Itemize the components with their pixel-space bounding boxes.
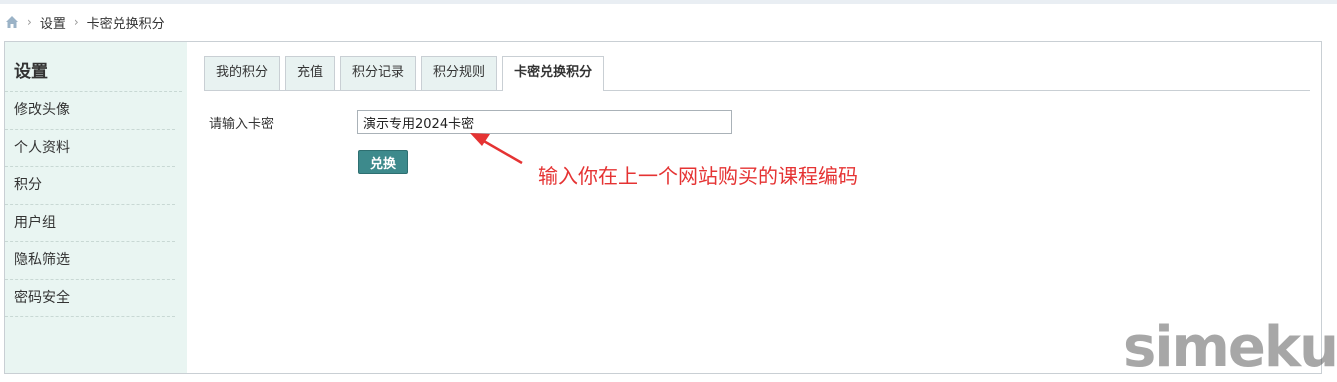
- card-code-input[interactable]: [357, 110, 732, 134]
- annotation-text: 输入你在上一个网站购买的课程编码: [538, 164, 858, 188]
- chevron-right-icon: ›: [73, 15, 79, 29]
- sidebar-item-profile[interactable]: 个人资料: [5, 130, 175, 167]
- tab-my-credits[interactable]: 我的积分: [204, 56, 281, 90]
- sidebar: 设置 修改头像 个人资料 积分 用户组 隐私筛选 密码安全: [5, 42, 187, 373]
- breadcrumb-item-current: 卡密兑换积分: [86, 16, 165, 32]
- watermark: simeku.cn: [1123, 315, 1337, 380]
- top-border: [0, 0, 1337, 4]
- main-content: 我的积分 充值 积分记录 积分规则 卡密兑换积分: [204, 56, 1310, 91]
- tab-credit-log[interactable]: 积分记录: [340, 56, 417, 90]
- sidebar-item-avatar[interactable]: 修改头像: [5, 92, 175, 130]
- breadcrumb: › 设置 › 卡密兑换积分: [5, 13, 165, 32]
- sidebar-item-password[interactable]: 密码安全: [5, 280, 175, 317]
- redeem-button[interactable]: 兑换: [358, 150, 408, 174]
- sidebar-item-privacy[interactable]: 隐私筛选: [5, 242, 175, 280]
- card-code-label: 请输入卡密: [209, 117, 275, 132]
- home-icon[interactable]: [5, 15, 19, 29]
- tab-recharge[interactable]: 充值: [285, 56, 336, 90]
- sidebar-item-credits[interactable]: 积分: [5, 167, 175, 205]
- sidebar-item-usergroup[interactable]: 用户组: [5, 205, 175, 242]
- tab-credit-rules[interactable]: 积分规则: [421, 56, 498, 90]
- sidebar-title: 设置: [5, 42, 182, 92]
- tab-bar: 我的积分 充值 积分记录 积分规则 卡密兑换积分: [204, 56, 1310, 91]
- tab-card-redeem[interactable]: 卡密兑换积分: [502, 56, 605, 91]
- breadcrumb-item-settings[interactable]: 设置: [40, 13, 66, 32]
- chevron-right-icon: ›: [27, 15, 32, 29]
